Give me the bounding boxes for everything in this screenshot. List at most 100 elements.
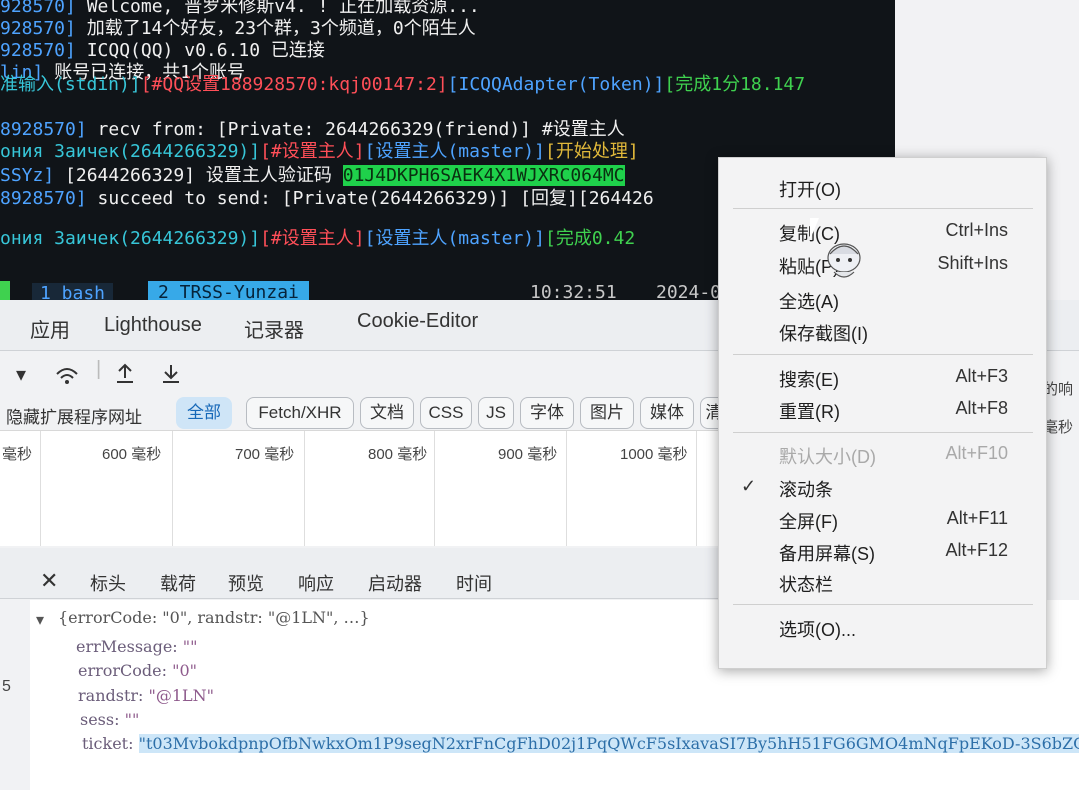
log-text: succeed to send: [Private(2644266329)] […: [86, 188, 654, 209]
log-status: [完成1分18.147: [664, 74, 806, 95]
menu-item-scrollbar[interactable]: ✓ 滚动条: [719, 472, 1046, 504]
log-command: [#QQ设置188928570:kqj00147:2]: [140, 74, 448, 95]
log-status: [开始处理]: [544, 141, 639, 162]
timeline-tick: 毫秒: [2, 446, 33, 463]
menu-item-status-bar[interactable]: 状态栏: [719, 567, 1046, 599]
terminal-line: 928570] Welcome, 普罗米修斯v4. ! 正在加载资源...: [0, 0, 480, 18]
log-text: [2644266329] 设置主人验证码: [54, 165, 343, 186]
timeline-gridline: [172, 431, 173, 546]
menu-item-search[interactable]: 搜索(E) Alt+F3: [719, 362, 1046, 394]
json-row-ticket: ticket: "t03MvbokdpnpOfbNwkxOm1P9segN2xr…: [82, 734, 1079, 753]
timeline-tick: 600 毫秒: [102, 446, 162, 463]
log-text: recv from: [Private: 2644266329(friend)]…: [86, 119, 625, 140]
menu-item-default-size: 默认大小(D) Alt+F10: [779, 443, 1008, 467]
menu-item-alt-screen[interactable]: 备用屏幕(S) Alt+F12: [719, 536, 1046, 568]
log-prefix: SSYz]: [0, 165, 55, 186]
json-summary[interactable]: {errorCode: "0", randstr: "@1LN", …}: [58, 608, 370, 627]
log-command: [#设置主人]: [260, 141, 365, 162]
log-text: 加载了14个好友，23个群，3个频道，0个陌生人: [75, 18, 476, 39]
tab-lighthouse[interactable]: Lighthouse: [104, 314, 202, 337]
timeline-tick: 800 毫秒: [368, 446, 428, 463]
terminal-line: 928570] ICQQ(QQ) v0.6.10 已连接: [0, 40, 325, 62]
timeline-tick: 900 毫秒: [498, 446, 558, 463]
menu-separator: [733, 208, 1033, 209]
column-header-fragment: 的响: [1043, 381, 1074, 398]
request-detail-tabs: ✕ 标头 载荷 预览 响应 启动器 时间: [0, 548, 725, 605]
toolbar-divider: |: [96, 358, 102, 380]
chevron-down-icon[interactable]: ▾: [16, 362, 26, 387]
log-status: [完成0.42: [544, 228, 636, 249]
filter-doc[interactable]: 文档: [360, 397, 414, 429]
expand-arrow-icon[interactable]: ▾: [36, 610, 44, 629]
filter-css[interactable]: CSS: [420, 397, 472, 429]
timeline-tick: 1000 毫秒: [620, 446, 688, 463]
log-prefix: 8928570]: [0, 119, 87, 140]
json-row: errMessage: "": [76, 637, 198, 656]
row-number: 5: [2, 678, 11, 695]
download-icon[interactable]: [160, 362, 182, 386]
filter-js[interactable]: JS: [478, 397, 514, 429]
terminal-line: ония Заичек(2644266329)][#设置主人][设置主人(mas…: [0, 141, 639, 163]
menu-item-save-screenshot[interactable]: 保存截图(I): [719, 316, 1046, 348]
menu-item-open[interactable]: 打开(O): [719, 172, 1046, 204]
log-prefix: ония Заичек(2644266329)]: [0, 228, 261, 249]
json-row: randstr: "@1LN": [78, 686, 215, 705]
tab-cookie-editor[interactable]: Cookie-Editor: [357, 310, 478, 333]
menu-separator: [733, 432, 1033, 433]
anime-cursor-sticker-icon: [827, 243, 861, 278]
timeline-gridline: [40, 431, 41, 546]
tab-response[interactable]: 响应: [298, 570, 334, 596]
tab-initiator[interactable]: 启动器: [368, 570, 422, 596]
timeline-tick: 700 毫秒: [235, 446, 295, 463]
menu-separator: [733, 604, 1033, 605]
log-prefix: 准输入(stdin)]: [0, 74, 141, 95]
menu-item-options[interactable]: 选项(O)...: [719, 612, 1046, 644]
timeline-gridline: [696, 431, 697, 546]
filter-all[interactable]: 全部: [176, 397, 232, 429]
tab-payload[interactable]: 载荷: [160, 570, 196, 596]
timeline-gridline: [304, 431, 305, 546]
log-prefix: 928570]: [0, 18, 76, 39]
json-row: sess: "": [80, 710, 140, 729]
log-adapter: [ICQQAdapter(Token)]: [447, 74, 665, 95]
log-command: [#设置主人]: [260, 228, 365, 249]
terminal-line: 准输入(stdin)][#QQ设置188928570:kqj00147:2][I…: [0, 74, 805, 96]
close-icon[interactable]: ✕: [40, 568, 58, 594]
tab-timing[interactable]: 时间: [456, 570, 492, 596]
log-text: ICQQ(QQ) v0.6.10 已连接: [75, 40, 325, 61]
log-text: Welcome, 普罗米修斯v4. ! 正在加载资源...: [75, 0, 480, 17]
menu-item-paste[interactable]: 粘贴(P) Shift+Ins: [719, 249, 1046, 281]
checkmark-icon: ✓: [741, 476, 757, 496]
filter-font[interactable]: 字体: [520, 397, 574, 429]
tab-recorder[interactable]: 记录器: [244, 314, 304, 343]
filter-media[interactable]: 媒体: [640, 397, 694, 429]
verification-code[interactable]: 01J4DKPH6SAEK4X1WJXRC064MC: [342, 165, 625, 186]
terminal-line: ония Заичек(2644266329)][#设置主人][设置主人(mas…: [0, 228, 635, 250]
menu-item-fullscreen[interactable]: 全屏(F) Alt+F11: [719, 504, 1046, 536]
menu-separator: [733, 354, 1033, 355]
network-timeline-overview[interactable]: 毫秒 600 毫秒 700 毫秒 800 毫秒 900 毫秒 1000 毫秒: [0, 430, 725, 546]
upload-icon[interactable]: [114, 362, 136, 386]
ticket-value[interactable]: "t03MvbokdpnpOfbNwkxOm1P9segN2xrFnCgFhD0…: [138, 734, 1079, 753]
filter-fetch-xhr[interactable]: Fetch/XHR: [246, 397, 354, 429]
hide-extension-urls-label[interactable]: 隐藏扩展程序网址: [6, 403, 142, 428]
terminal-line: SSYz] [2644266329] 设置主人验证码 01J4DKPH6SAEK…: [0, 165, 625, 187]
log-prefix: 8928570]: [0, 188, 87, 209]
menu-item-select-all[interactable]: 全选(A): [719, 284, 1046, 316]
terminal-line: 928570] 加载了14个好友，23个群，3个频道，0个陌生人: [0, 18, 476, 40]
tab-headers[interactable]: 标头: [90, 570, 126, 596]
network-conditions-icon[interactable]: [54, 364, 80, 386]
terminal-line: 8928570] recv from: [Private: 2644266329…: [0, 119, 625, 141]
json-row: errorCode: "0": [78, 661, 198, 680]
timeline-gridline: [434, 431, 435, 546]
timeline-gridline: [566, 431, 567, 546]
log-prefix: 928570]: [0, 40, 76, 61]
menu-item-copy[interactable]: 复制(C) Ctrl+Ins: [719, 216, 1046, 248]
tab-application[interactable]: 应用: [30, 314, 70, 343]
filter-img[interactable]: 图片: [580, 397, 634, 429]
log-adapter: [设置主人(master)]: [364, 228, 545, 249]
menu-item-reset[interactable]: 重置(R) Alt+F8: [719, 394, 1046, 426]
terminal-line: 8928570] succeed to send: [Private(26442…: [0, 188, 654, 210]
log-prefix: ония Заичек(2644266329)]: [0, 141, 261, 162]
terminal-context-menu: 打开(O) 复制(C) Ctrl+Ins 粘贴(P) Shift+Ins 全选(A)…: [718, 157, 1047, 669]
